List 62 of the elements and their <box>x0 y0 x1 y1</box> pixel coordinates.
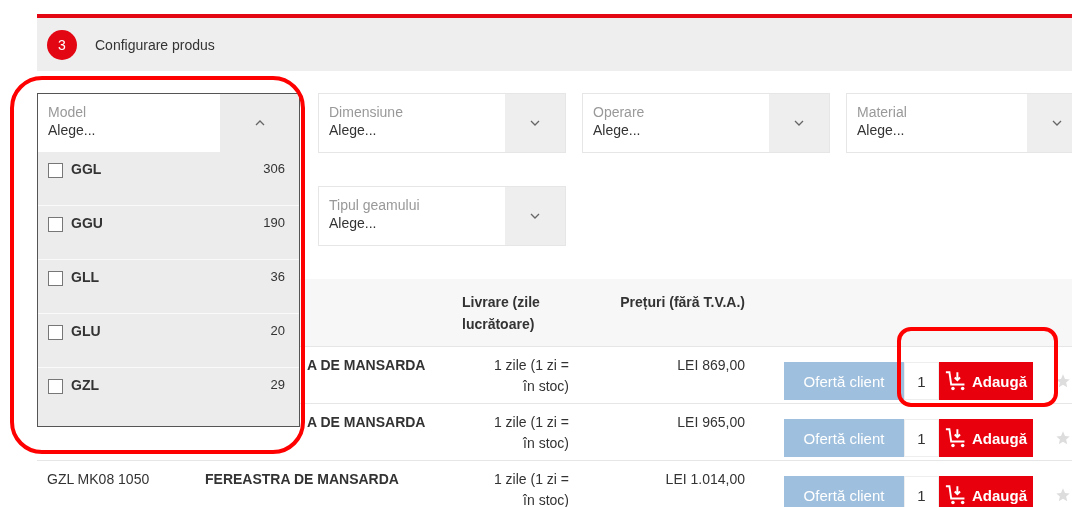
option-label: GGL <box>71 161 103 177</box>
option-count: 29 <box>270 377 285 392</box>
product-name: A DE MANSARDA <box>307 357 426 373</box>
quantity-field[interactable]: 1 <box>904 419 939 457</box>
quantity-field[interactable]: 1 <box>904 362 939 400</box>
checkbox[interactable] <box>48 379 63 394</box>
star-icon[interactable] <box>1055 487 1071 503</box>
filter-value: Alege... <box>857 122 906 138</box>
filter-label: Operare <box>593 104 646 120</box>
column-header: Livrare (zile lucrătoare) <box>462 293 541 334</box>
chevron-down-icon <box>1052 120 1062 126</box>
step-title: Configurare produs <box>95 36 215 53</box>
option-label: GZL <box>71 377 100 393</box>
checkbox[interactable] <box>48 271 63 286</box>
price: LEI 1.014,00 <box>664 471 745 487</box>
option-label: GLU <box>71 323 102 339</box>
dropdown-option[interactable]: GLL 36 <box>38 260 299 314</box>
add-to-cart-button[interactable]: Adaugă <box>939 476 1033 507</box>
chevron-down-icon <box>794 120 804 126</box>
step-number: 3 <box>47 29 77 60</box>
filter-label: Material <box>857 104 908 120</box>
filter-label: Model <box>48 104 88 120</box>
column-header: Prețuri (fără T.V.A.) <box>619 293 745 312</box>
dropdown-option[interactable]: GZL 29 <box>38 368 299 426</box>
add-to-cart-button[interactable]: Adaugă <box>939 362 1033 400</box>
filter-value: Alege... <box>329 122 378 138</box>
product-name: A DE MANSARDA <box>307 414 426 430</box>
filter-select[interactable]: Tipul geamului Alege... <box>318 186 566 246</box>
checkbox[interactable] <box>48 325 63 340</box>
filter-select[interactable]: Material Alege... <box>846 93 1072 153</box>
filter-value: Alege... <box>329 215 378 231</box>
option-count: 36 <box>270 269 285 284</box>
option-count: 306 <box>263 161 285 176</box>
option-label: GLL <box>71 269 100 285</box>
price: LEI 965,00 <box>676 414 745 430</box>
product-code: GZL MK08 1050 <box>46 471 151 487</box>
star-icon[interactable] <box>1055 430 1071 446</box>
dropdown-option[interactable]: GLU 20 <box>38 314 299 368</box>
product-name: FEREASTRA DE MANSARDA <box>205 471 399 487</box>
dropdown-option[interactable]: GGL 306 <box>38 152 299 206</box>
delivery-time: 1 zile (1 zi = în stoc) <box>492 470 569 507</box>
quantity-field[interactable]: 1 <box>904 476 939 507</box>
filter-label: Dimensiune <box>329 104 404 120</box>
option-label: GGU <box>71 215 104 231</box>
add-to-cart-button[interactable]: Adaugă <box>939 419 1033 457</box>
filter-value[interactable]: Alege... <box>48 122 210 138</box>
filter-select[interactable]: Operare Alege... <box>582 93 830 153</box>
delivery-time: 1 zile (1 zi = în stoc) <box>492 413 569 453</box>
dropdown-option[interactable]: GGU 190 <box>38 206 299 260</box>
filter-value: Alege... <box>593 122 642 138</box>
filter-label: Tipul geamului <box>329 197 421 213</box>
option-count: 190 <box>263 215 285 230</box>
star-icon[interactable] <box>1055 373 1071 389</box>
delivery-time: 1 zile (1 zi = în stoc) <box>492 356 569 396</box>
price: LEI 869,00 <box>676 357 745 373</box>
chevron-up-icon <box>254 120 265 126</box>
checkbox[interactable] <box>48 163 63 178</box>
checkbox[interactable] <box>48 217 63 232</box>
filter-select[interactable]: Dimensiune Alege... <box>318 93 566 153</box>
chevron-down-icon <box>530 120 540 126</box>
option-count: 20 <box>270 323 285 338</box>
chevron-down-icon <box>530 213 540 219</box>
